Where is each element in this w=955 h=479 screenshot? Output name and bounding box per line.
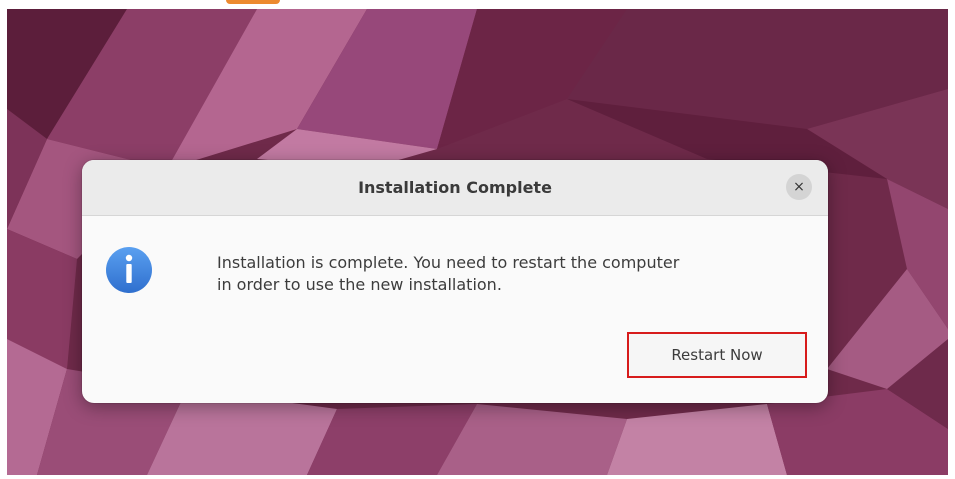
message-line-2: in order to use the new installation. [217, 275, 502, 294]
dialog-titlebar: Installation Complete × [82, 160, 828, 216]
dialog-title: Installation Complete [358, 178, 552, 197]
top-strip [0, 0, 955, 9]
info-icon [106, 247, 152, 293]
message-line-1: Installation is complete. You need to re… [217, 253, 680, 272]
close-button[interactable]: × [786, 174, 812, 200]
installation-complete-dialog: Installation Complete × Installation is … [82, 160, 828, 403]
dialog-message: Installation is complete. You need to re… [217, 252, 817, 296]
restart-now-button[interactable]: Restart Now [627, 332, 807, 378]
orange-fragment [226, 0, 280, 4]
